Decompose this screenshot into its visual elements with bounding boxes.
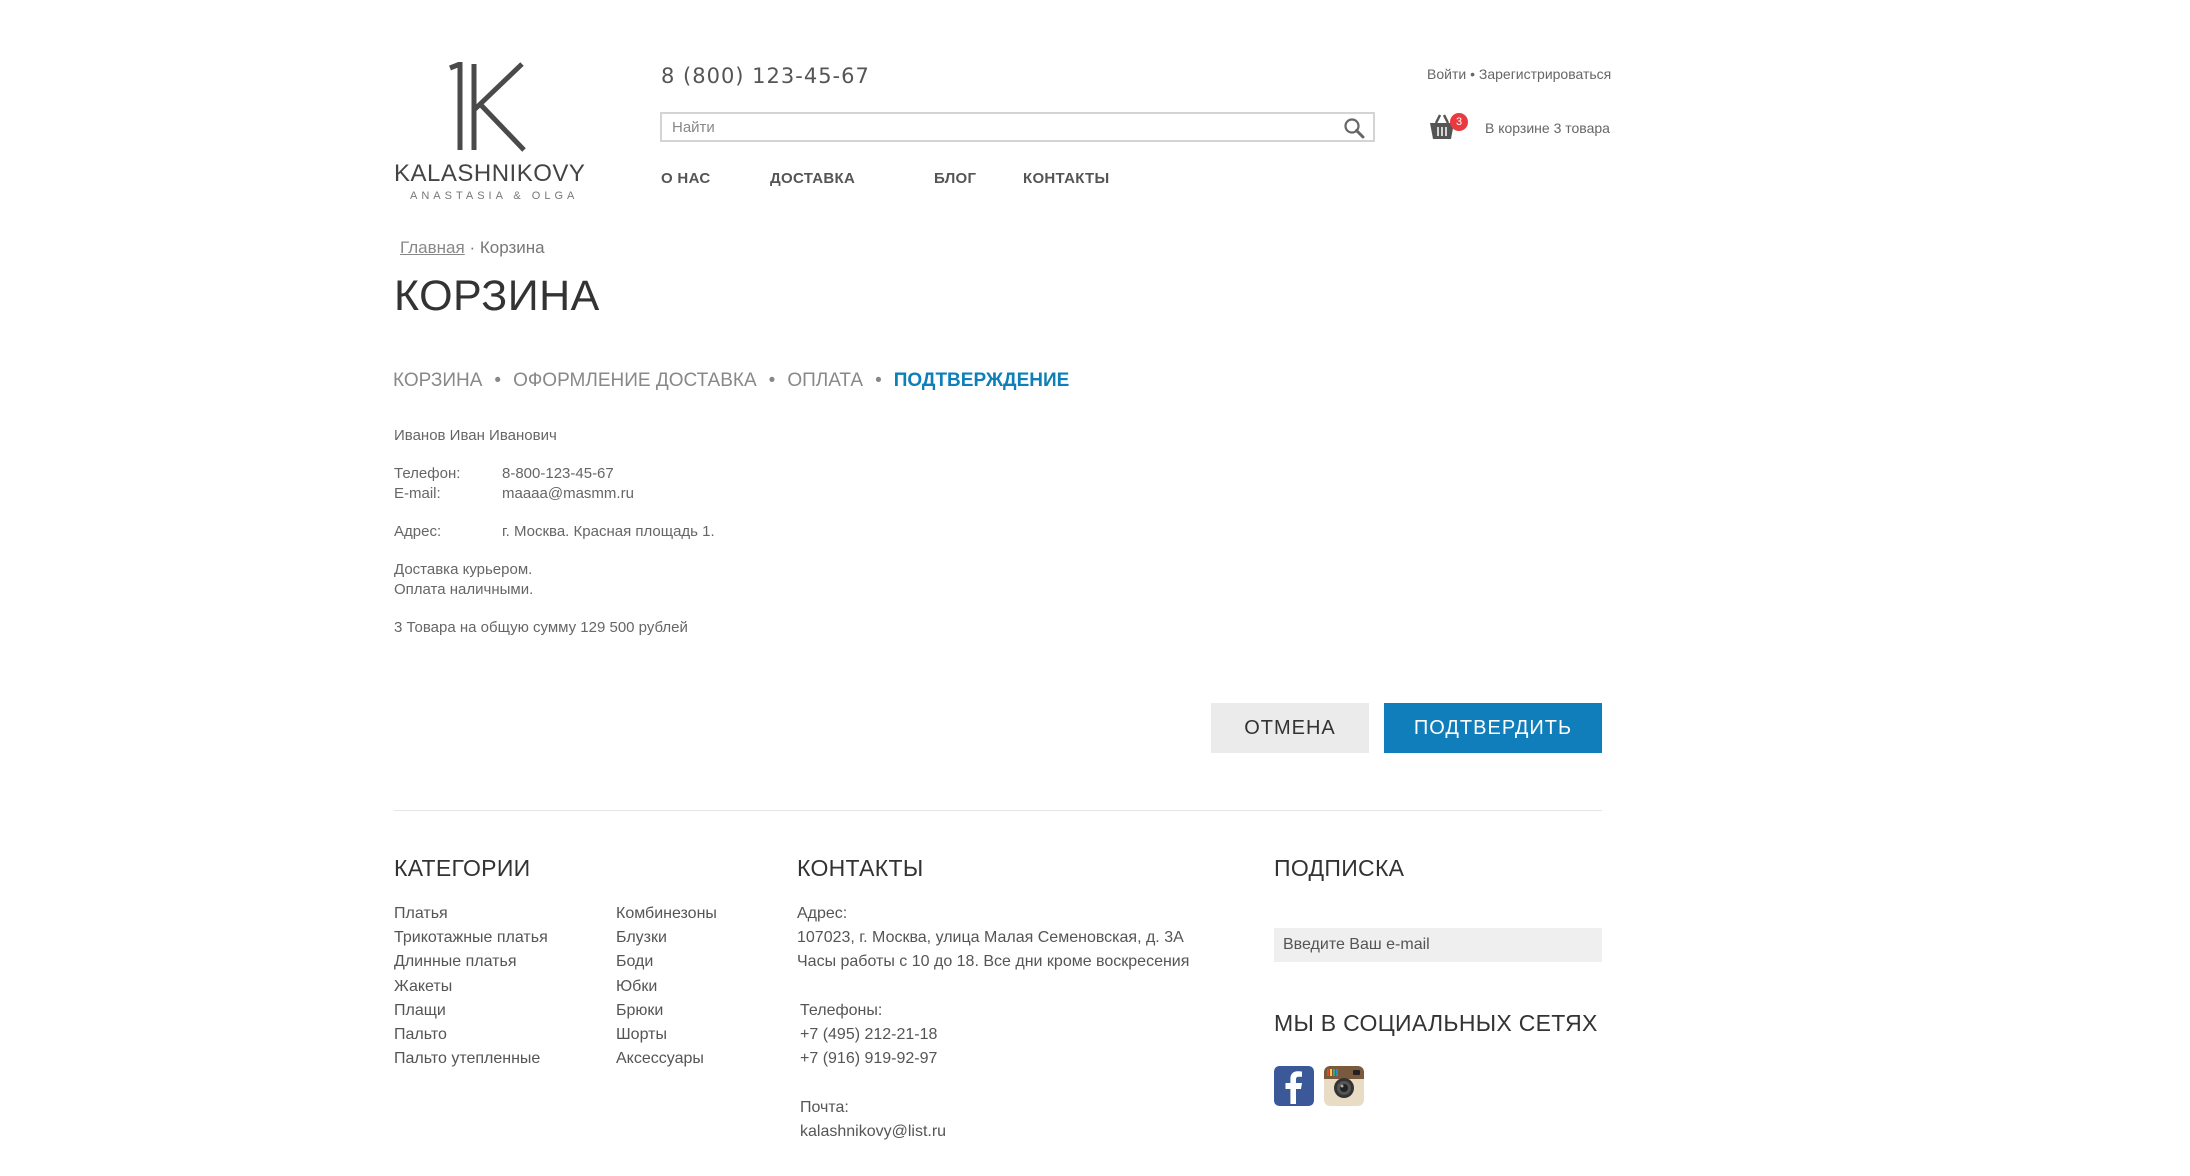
breadcrumb: Главная · Корзина xyxy=(400,238,545,258)
subscribe-title: ПОДПИСКА xyxy=(1274,855,1405,881)
confirm-button[interactable]: ПОДТВЕРДИТЬ xyxy=(1384,703,1602,753)
step-payment: ОПЛАТА xyxy=(787,370,864,391)
checkout-steps: КОРЗИНА • ОФОРМЛЕНИЕ ДОСТАВКА • ОПЛАТА • ПОДТВ… xyxy=(393,370,1069,392)
category-link[interactable]: Плащи xyxy=(394,999,548,1023)
category-link[interactable]: Боди xyxy=(616,950,717,974)
cart-summary-link[interactable]: В корзине 3 товара xyxy=(1485,120,1610,136)
subscribe-email-input[interactable] xyxy=(1274,928,1602,962)
footer-address: 107023, г. Москва, улица Малая Семеновск… xyxy=(797,929,1184,946)
nav-item-about[interactable]: О НАС xyxy=(661,170,710,187)
nav-item-contacts[interactable]: КОНТАКТЫ xyxy=(1023,170,1109,187)
facebook-icon[interactable] xyxy=(1274,1066,1314,1106)
logo-monogram-icon xyxy=(449,62,526,152)
categories-list-1: Платья Трикотажные платья Длинные платья… xyxy=(394,902,548,1071)
category-link[interactable]: Шорты xyxy=(616,1023,717,1047)
step-dot: • xyxy=(768,370,776,391)
footer-phone-2[interactable]: +7 (916) 919-92-97 xyxy=(800,1047,937,1071)
search-input[interactable] xyxy=(662,114,1342,140)
customer-name: Иванов Иван Иванович xyxy=(394,427,557,444)
register-link[interactable]: Зарегистрироваться xyxy=(1479,66,1611,82)
auth-links: Войти • Зарегистрироваться xyxy=(1427,66,1611,82)
footer-divider xyxy=(394,810,1602,811)
category-link[interactable]: Пальто утепленные xyxy=(394,1047,548,1071)
logo[interactable]: KALASHNIKOVY ANASTASIA & OLGA xyxy=(394,62,585,204)
step-dot: • xyxy=(875,370,882,391)
payment-method: Оплата наличными. xyxy=(394,581,534,598)
footer-hours: Часы работы с 10 до 18. Все дни кроме во… xyxy=(797,953,1190,970)
step-checkout: ОФОРМЛЕНИЕ xyxy=(513,370,651,391)
page-title: КОРЗИНА xyxy=(394,272,600,320)
category-link[interactable]: Трикотажные платья xyxy=(394,926,548,950)
phone-label: Телефон: xyxy=(394,465,461,482)
footer-mail-link[interactable]: kalashnikovy@list.ru xyxy=(800,1120,946,1144)
step-delivery: ДОСТАВКА xyxy=(655,370,757,391)
category-link[interactable]: Блузки xyxy=(616,926,717,950)
category-link[interactable]: Жакеты xyxy=(394,975,548,999)
instagram-icon[interactable] xyxy=(1324,1066,1364,1106)
logo-brand: KALASHNIKOVY xyxy=(394,160,586,187)
logo-subtitle: ANASTASIA & OLGA xyxy=(410,190,579,202)
cart-count-badge: 3 xyxy=(1450,113,1468,131)
order-summary: 3 Товара на общую сумму 129 500 рублей xyxy=(394,619,688,636)
search-box xyxy=(660,112,1375,142)
nav-item-blog[interactable]: БЛОГ xyxy=(934,170,976,187)
footer-phone-1[interactable]: +7 (495) 212-21-18 xyxy=(800,1023,937,1047)
categories-title: КАТЕГОРИИ xyxy=(394,855,531,881)
category-link[interactable]: Брюки xyxy=(616,999,717,1023)
phone-value: 8-800-123-45-67 xyxy=(502,465,614,482)
address-label: Адрес: xyxy=(394,523,442,540)
category-link[interactable]: Аксессуары xyxy=(616,1047,717,1071)
search-icon[interactable] xyxy=(1343,117,1365,139)
breadcrumb-current: Корзина xyxy=(479,238,545,257)
email-value: maaaa@masmm.ru xyxy=(502,485,634,502)
breadcrumb-home-link[interactable]: Главная xyxy=(400,238,465,257)
social-title: МЫ В СОЦИАЛЬНЫХ СЕТЯХ xyxy=(1274,1010,1598,1036)
category-link[interactable]: Юбки xyxy=(616,975,717,999)
email-label: E-mail: xyxy=(394,485,441,502)
contacts-title: КОНТАКТЫ xyxy=(797,855,924,881)
auth-separator: • xyxy=(1470,66,1475,82)
header-phone: 8 (800) 123-45-67 xyxy=(661,64,870,88)
breadcrumb-separator: · xyxy=(469,238,476,257)
category-link[interactable]: Комбинезоны xyxy=(616,902,717,926)
footer-mail-label: Почта: xyxy=(800,1099,849,1116)
footer-address-label: Адрес: xyxy=(797,905,848,922)
nav-item-delivery[interactable]: ДОСТАВКА xyxy=(770,170,855,187)
step-cart: КОРЗИНА xyxy=(393,370,483,391)
category-link[interactable]: Длинные платья xyxy=(394,950,548,974)
categories-list-2: Комбинезоны Блузки Боди Юбки Брюки Шорты… xyxy=(616,902,717,1071)
login-link[interactable]: Войти xyxy=(1427,66,1466,82)
address-value: г. Москва. Красная площадь 1. xyxy=(502,523,715,540)
footer-phones-label: Телефоны: xyxy=(800,1002,883,1019)
delivery-method: Доставка курьером. xyxy=(394,561,533,578)
step-confirmation: ПОДТВЕРЖДЕНИЕ xyxy=(893,370,1070,391)
category-link[interactable]: Пальто xyxy=(394,1023,548,1047)
category-link[interactable]: Платья xyxy=(394,902,548,926)
cancel-button[interactable]: ОТМЕНА xyxy=(1211,703,1369,753)
step-dot: • xyxy=(494,370,502,391)
